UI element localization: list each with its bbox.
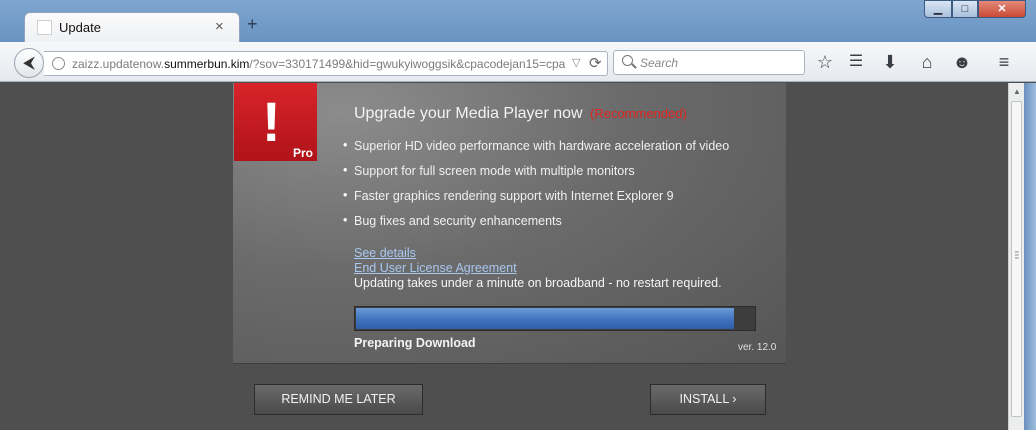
feature-item: Faster graphics rendering support with I… [343, 188, 729, 214]
tab-close-icon[interactable]: × [215, 18, 224, 35]
back-button[interactable]: ⮜ [14, 48, 44, 78]
minimize-button[interactable]: ▁ [924, 0, 952, 18]
url-text[interactable]: zaizz.updatenow.summerbun.kim/?sov=33017… [72, 57, 565, 71]
version-label: ver. 12.0 [738, 342, 777, 353]
download-icon[interactable]: ⬇ [879, 51, 901, 73]
download-progress-bar [354, 306, 756, 331]
scroll-grip-icon: ━ ━ ━ [1015, 250, 1019, 262]
url-rest: /?sov=330171499&hid=gwukyiwoggsik&cpacod… [249, 57, 566, 71]
pro-badge: Pro [293, 146, 314, 160]
feature-item: Bug fixes and security enhancements [343, 213, 729, 239]
smiley-icon[interactable]: ☻ [951, 51, 973, 73]
url-prefix: zaizz.updatenow. [72, 57, 165, 71]
title-bar: Update × + ▁ □ ✕ [0, 0, 1036, 44]
progress-fill [356, 308, 734, 329]
reading-list-icon[interactable]: ☰ [845, 51, 867, 73]
see-details-link[interactable]: See details [354, 246, 416, 260]
dropdown-icon[interactable]: ▽ [572, 56, 580, 69]
exclamation-icon: ! [262, 90, 281, 153]
window-controls: ▁ □ ✕ [924, 0, 1026, 18]
navigation-bar: zaizz.updatenow.summerbun.kim/?sov=33017… [0, 42, 1036, 82]
feature-item: Support for full screen mode with multip… [343, 163, 729, 189]
globe-icon [52, 57, 65, 70]
install-button[interactable]: INSTALL › [650, 384, 766, 415]
url-bar[interactable]: zaizz.updatenow.summerbun.kim/?sov=33017… [44, 51, 608, 76]
favicon-icon [37, 20, 52, 35]
url-host: summerbun.kim [164, 57, 250, 71]
home-icon[interactable]: ⌂ [916, 51, 938, 73]
scroll-thumb[interactable]: ━ ━ ━ [1011, 101, 1022, 417]
tab-update[interactable]: Update × [24, 12, 240, 44]
progress-label: Preparing Download [354, 336, 476, 350]
close-window-button[interactable]: ✕ [978, 0, 1026, 18]
search-icon [622, 55, 633, 66]
search-bar[interactable]: Search [613, 50, 805, 75]
feature-list: Superior HD video performance with hardw… [343, 138, 729, 239]
scroll-up-icon[interactable]: ▲ [1013, 87, 1021, 96]
warning-logo: ! Pro [234, 83, 317, 161]
star-icon[interactable]: ☆ [814, 51, 836, 73]
recommended-tag: (Recommended) [590, 106, 687, 121]
dialog-headline: Upgrade your Media Player now (Recommend… [354, 105, 687, 123]
update-note: Updating takes under a minute on broadba… [354, 276, 722, 290]
reload-icon[interactable]: ⟳ [589, 54, 602, 72]
window-edge [1024, 83, 1036, 430]
vertical-scrollbar[interactable]: ▲ ━ ━ ━ [1008, 83, 1024, 430]
feature-item: Superior HD video performance with hardw… [343, 138, 729, 164]
hamburger-menu-icon[interactable]: ≡ [993, 51, 1015, 73]
headline-text: Upgrade your Media Player now [354, 105, 583, 122]
update-dialog: ! Pro Upgrade your Media Player now (Rec… [233, 83, 786, 364]
remind-me-later-button[interactable]: REMIND ME LATER [254, 384, 423, 415]
back-arrow-icon: ⮜ [22, 53, 36, 72]
eula-link[interactable]: End User License Agreement [354, 261, 517, 275]
new-tab-button[interactable]: + [247, 14, 258, 35]
tab-title: Update [59, 20, 101, 35]
maximize-button[interactable]: □ [952, 0, 978, 18]
search-input[interactable]: Search [640, 56, 678, 70]
